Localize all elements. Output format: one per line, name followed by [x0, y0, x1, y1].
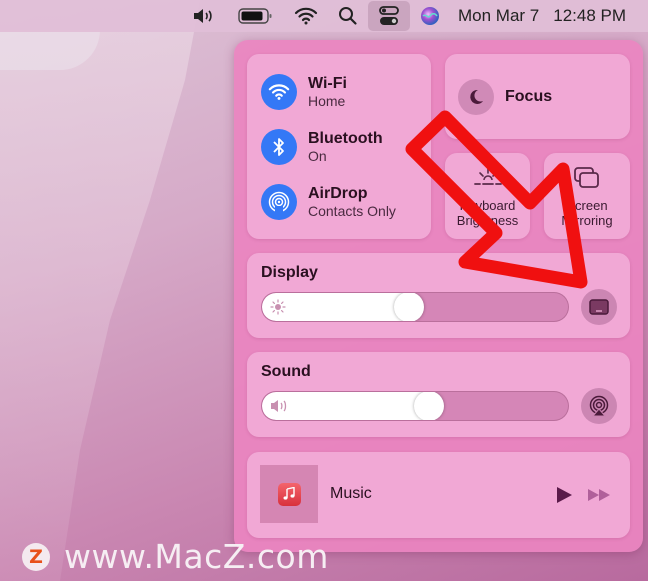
search-icon — [338, 7, 357, 25]
sound-tile: Sound — [247, 352, 630, 437]
screen-mirroring-label-line1: Screen — [566, 198, 608, 213]
music-app-icon — [277, 482, 301, 506]
airdrop-status: Contacts Only — [308, 203, 396, 219]
screen-mirroring-icon — [574, 167, 599, 188]
display-tile: Display — [247, 253, 630, 338]
now-playing-tile: Music — [247, 452, 630, 538]
menubar-time[interactable]: 12:48 PM — [539, 6, 626, 26]
bluetooth-status: On — [308, 148, 327, 164]
play-icon[interactable] — [555, 486, 573, 504]
airdrop-toggle[interactable]: AirDrop Contacts Only — [261, 184, 396, 220]
album-art[interactable] — [260, 465, 318, 523]
speaker-icon — [271, 400, 287, 412]
wallpaper-shape — [0, 0, 200, 581]
keyboard-brightness-tile[interactable]: Keyboard Brightness — [445, 153, 530, 239]
now-playing-app: Music — [330, 485, 372, 502]
sun-icon — [270, 299, 286, 315]
brightness-slider[interactable] — [261, 292, 569, 322]
display-label: Display — [261, 264, 318, 281]
control-center-menu[interactable] — [367, 1, 410, 31]
keyboard-brightness-icon — [474, 168, 502, 185]
network-tile: Wi-Fi Home Bluetooth On AirDrop Contacts… — [247, 54, 431, 239]
keyboard-brightness-label-line2: Brightness — [456, 213, 519, 228]
spotlight-menu[interactable] — [328, 0, 368, 32]
display-settings-button[interactable] — [581, 289, 617, 325]
wifi-menu[interactable] — [284, 0, 328, 32]
wifi-icon — [294, 7, 318, 25]
volume-menu[interactable] — [182, 0, 228, 32]
battery-menu[interactable] — [228, 0, 284, 32]
bluetooth-toggle[interactable]: Bluetooth On — [261, 129, 383, 165]
menubar-date[interactable]: Mon Mar 7 — [450, 6, 539, 26]
music-note-icon — [283, 487, 295, 500]
keyboard-brightness-label-line1: Keyboard — [459, 198, 516, 213]
bluetooth-label: Bluetooth — [308, 130, 383, 147]
battery-icon — [238, 8, 272, 24]
volume-icon — [193, 9, 212, 23]
siri-menu[interactable] — [410, 0, 450, 32]
volume-slider[interactable] — [261, 391, 569, 421]
airplay-audio-icon — [589, 395, 609, 417]
control-center-icon — [379, 6, 399, 25]
screen-mirroring-tile[interactable]: Screen Mirroring — [544, 153, 630, 239]
bluetooth-icon — [261, 129, 297, 165]
sound-label: Sound — [261, 363, 311, 380]
moon-icon — [458, 78, 494, 115]
focus-tile[interactable]: Focus — [445, 54, 630, 139]
wifi-status: Home — [308, 93, 346, 109]
menu-bar: Mon Mar 7 12:48 PM — [0, 0, 648, 32]
display-icon — [589, 299, 609, 315]
airdrop-icon — [261, 184, 297, 220]
control-center-panel: Wi-Fi Home Bluetooth On AirDrop Contacts… — [234, 40, 643, 552]
focus-label: Focus — [505, 87, 553, 105]
wifi-label: Wi-Fi — [308, 75, 347, 92]
airdrop-label: AirDrop — [308, 185, 368, 202]
wifi-icon — [261, 74, 297, 110]
volume-slider-knob[interactable] — [413, 392, 444, 420]
screen-mirroring-label-line2: Mirroring — [561, 213, 613, 228]
fast-forward-icon[interactable] — [587, 488, 611, 502]
watermark: Z www.MacZ.com — [22, 537, 329, 576]
macz-logo: Z — [22, 542, 50, 571]
audio-output-button[interactable] — [581, 388, 617, 424]
wifi-toggle[interactable]: Wi-Fi Home — [261, 74, 347, 110]
brightness-slider-knob[interactable] — [394, 293, 425, 321]
siri-icon — [420, 7, 439, 25]
watermark-text: www.MacZ.com — [64, 537, 329, 576]
